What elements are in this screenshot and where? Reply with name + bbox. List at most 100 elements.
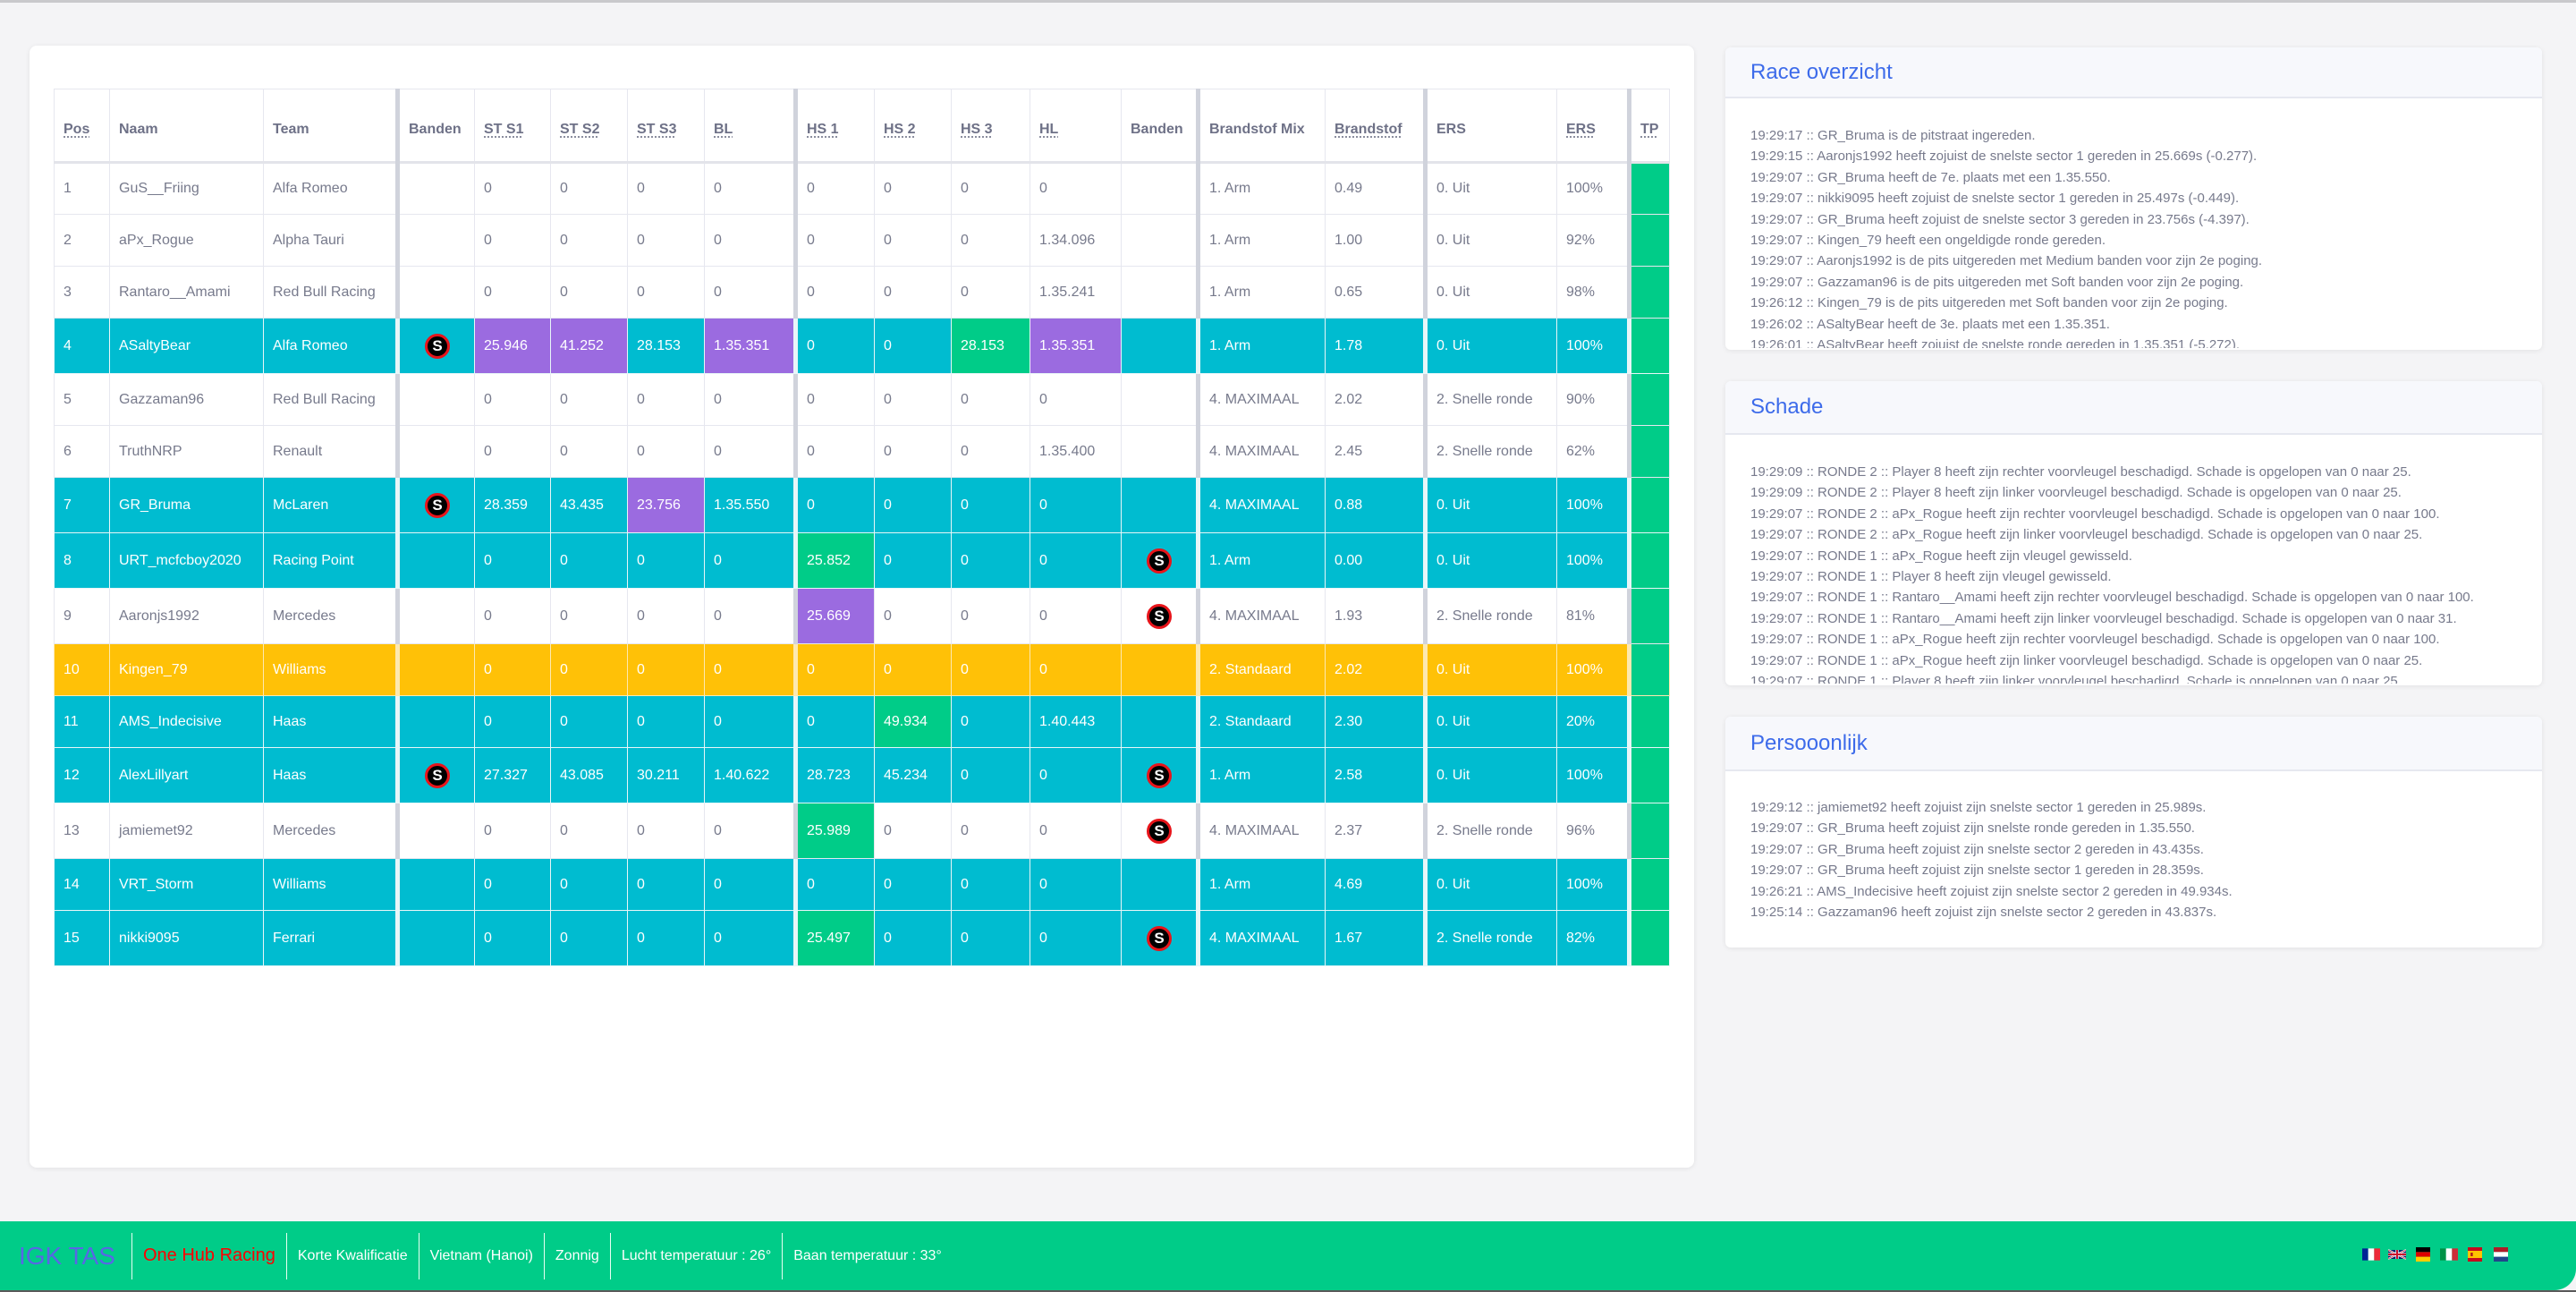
table-row[interactable]: 7 GR_Bruma McLaren S 28.359 43.435 23.756 1.35.…: [54, 477, 1670, 533]
cell-fuel: 0.65: [1325, 266, 1426, 319]
table-row[interactable]: 8 URT_mcfcboy2020 Racing Point 0 0 0 0 25.852 0 0…: [54, 532, 1670, 589]
cell-mix: 4. MAXIMAAL: [1196, 373, 1326, 426]
cell-ers: 100%: [1556, 318, 1630, 374]
brand-logo[interactable]: IGK TAS: [0, 1233, 131, 1279]
cell-st-s2: 0: [550, 858, 628, 911]
table-row[interactable]: 15 nikki9095 Ferrari 0 0 0 0 25.497 0 0 0 S 4. MAXIM…: [54, 910, 1670, 966]
table-row[interactable]: 13 jamiemet92 Mercedes 0 0 0 0 25.989 0 0 0 S 4. MAX…: [54, 803, 1670, 859]
cell-hs1: 25.669: [793, 588, 875, 644]
soft-tyre-icon: S: [425, 492, 450, 518]
cell-tyre2: [1121, 373, 1199, 426]
cell-fuel: 2.02: [1325, 373, 1426, 426]
table-row[interactable]: 12 AlexLillyart Haas S 27.327 43.085 30.211 1.4…: [54, 747, 1670, 803]
race-overview-panel: Race overzicht 19:29:17 :: GR_Bruma is d…: [1725, 47, 2542, 350]
log-entry: 19:29:12 :: jamiemet92 heeft zojuist zij…: [1750, 800, 2207, 815]
column-header-label: HS 3: [961, 122, 993, 137]
table-row[interactable]: 4 ASaltyBear Alfa Romeo S 25.946 41.252 28.153…: [54, 318, 1670, 374]
cell-mix: 4. MAXIMAAL: [1196, 425, 1326, 478]
column-header-label: BL: [714, 122, 733, 137]
flag-fr-icon[interactable]: [2362, 1247, 2380, 1262]
cell-ers: 81%: [1556, 588, 1630, 644]
table-row[interactable]: 6 TruthNRP Renault 0 0 0 0 0 0 0 1.35.400 4. MAXIMA…: [54, 425, 1670, 478]
cell-st-s3: 0: [627, 695, 705, 748]
cell-pos: 8: [54, 532, 110, 589]
cell-pos: 6: [54, 425, 110, 478]
cell-bl: 1.35.550: [704, 477, 796, 533]
column-header[interactable]: ST S3: [627, 89, 705, 164]
column-header[interactable]: HS 2: [874, 89, 952, 164]
cell-hl: 0: [1030, 858, 1122, 911]
column-header[interactable]: HS 1: [793, 89, 875, 164]
cell-team: Racing Point: [263, 532, 398, 589]
table-row[interactable]: 5 Gazzaman96 Red Bull Racing 0 0 0 0 0 0 0 0 4. MAX…: [54, 373, 1670, 426]
cell-naam: AlexLillyart: [109, 747, 264, 803]
log-entry: 19:29:07 :: nikki9095 heeft zojuist de s…: [1750, 191, 2240, 207]
log-entry: 19:29:07 :: GR_Bruma heeft zojuist zijn …: [1750, 863, 2204, 879]
cell-st-s1: 0: [474, 910, 551, 966]
column-header-label: HS 1: [807, 122, 839, 137]
cell-st-s3: 23.756: [627, 477, 705, 533]
log-entry: 19:29:07 :: GR_Bruma heeft zojuist zijn …: [1750, 820, 2195, 837]
cell-ers-mode: 2. Snelle ronde: [1423, 373, 1557, 426]
cell-bl: 0: [704, 266, 796, 319]
table-row[interactable]: 10 Kingen_79 Williams 0 0 0 0 0 0 0 0 2. Standaard 2…: [54, 643, 1670, 696]
cell-naam: aPx_Rogue: [109, 214, 264, 267]
column-header[interactable]: ST S2: [550, 89, 628, 164]
table-row[interactable]: 3 Rantaro__Amami Red Bull Racing 0 0 0 0 0 0 0 1.3…: [54, 266, 1670, 319]
column-header[interactable]: ERS: [1556, 89, 1630, 164]
log-entry: 19:29:07 :: RONDE 1 :: Rantaro__Amami he…: [1750, 610, 2457, 626]
table-row[interactable]: 1 GuS__Friing Alfa Romeo 0 0 0 0 0 0 0 0 1. Arm 0.49…: [54, 162, 1670, 215]
cell-hs3: 0: [951, 643, 1030, 696]
log-entry: 19:26:01 :: ASaltyBear heeft zojuist de …: [1750, 337, 2241, 348]
cell-team: Red Bull Racing: [263, 373, 398, 426]
column-header[interactable]: Brandstof: [1325, 89, 1426, 164]
table-row[interactable]: 11 AMS_Indecisive Haas 0 0 0 0 0 49.934 0 1.40.443…: [54, 695, 1670, 748]
cell-tyre1: [395, 425, 475, 478]
cell-ers-mode: 0. Uit: [1423, 858, 1557, 911]
flag-it-icon[interactable]: [2440, 1247, 2458, 1262]
personal-log[interactable]: 19:29:12 :: jamiemet92 heeft zojuist zij…: [1725, 771, 2542, 946]
cell-hs3: 0: [951, 532, 1030, 589]
flag-nl-icon[interactable]: [2492, 1247, 2510, 1262]
cell-hs2: 0: [874, 910, 952, 966]
race-overview-log[interactable]: 19:29:17 :: GR_Bruma is de pitstraat ing…: [1725, 98, 2542, 348]
cell-st-s3: 0: [627, 373, 705, 426]
status-bar: IGK TAS One Hub Racing Korte Kwalificati…: [0, 1221, 2576, 1290]
damage-log[interactable]: 19:29:09 :: RONDE 2 :: Player 8 heeft zi…: [1725, 435, 2542, 684]
cell-bl: 0: [704, 532, 796, 589]
column-header[interactable]: ST S1: [474, 89, 551, 164]
table-row[interactable]: 2 aPx_Rogue Alpha Tauri 0 0 0 0 0 0 0 1.34.096 1. A…: [54, 214, 1670, 267]
column-header[interactable]: BL: [704, 89, 796, 164]
cell-hs1: 0: [793, 373, 875, 426]
cell-fuel: 4.69: [1325, 858, 1426, 911]
cell-ers: 100%: [1556, 532, 1630, 589]
cell-ers: 100%: [1556, 747, 1630, 803]
column-header[interactable]: HS 3: [951, 89, 1030, 164]
cell-tyre1: [395, 910, 475, 966]
cell-hl: 1.34.096: [1030, 214, 1122, 267]
track-name: Vietnam (Hanoi): [418, 1232, 544, 1279]
cell-mix: 1. Arm: [1196, 532, 1326, 589]
flag-es-icon[interactable]: [2466, 1247, 2484, 1262]
cell-pos: 13: [54, 803, 110, 859]
column-header[interactable]: Pos: [54, 89, 110, 164]
column-header[interactable]: HL: [1030, 89, 1122, 164]
cell-tyre1: [395, 373, 475, 426]
cell-hs3: 0: [951, 695, 1030, 748]
cell-tp: [1627, 477, 1670, 533]
flag-de-icon[interactable]: [2414, 1247, 2432, 1262]
table-row[interactable]: 9 Aaronjs1992 Mercedes 0 0 0 0 25.669 0 0 0 S 4. MAX…: [54, 588, 1670, 644]
cell-bl: 0: [704, 910, 796, 966]
cell-st-s1: 0: [474, 643, 551, 696]
flag-gb-icon[interactable]: [2388, 1247, 2406, 1262]
cell-tyre2: [1121, 425, 1199, 478]
table-row[interactable]: 14 VRT_Storm Williams 0 0 0 0 0 0 0 0 1. Arm 4.69 0. …: [54, 858, 1670, 911]
cell-hs3: 0: [951, 425, 1030, 478]
cell-tp: [1627, 425, 1670, 478]
cell-team: Alpha Tauri: [263, 214, 398, 267]
cell-tyre1: [395, 162, 475, 215]
column-header[interactable]: TP: [1627, 89, 1670, 164]
cell-bl: 0: [704, 588, 796, 644]
cell-ers-mode: 0. Uit: [1423, 214, 1557, 267]
cell-mix: 1. Arm: [1196, 858, 1326, 911]
